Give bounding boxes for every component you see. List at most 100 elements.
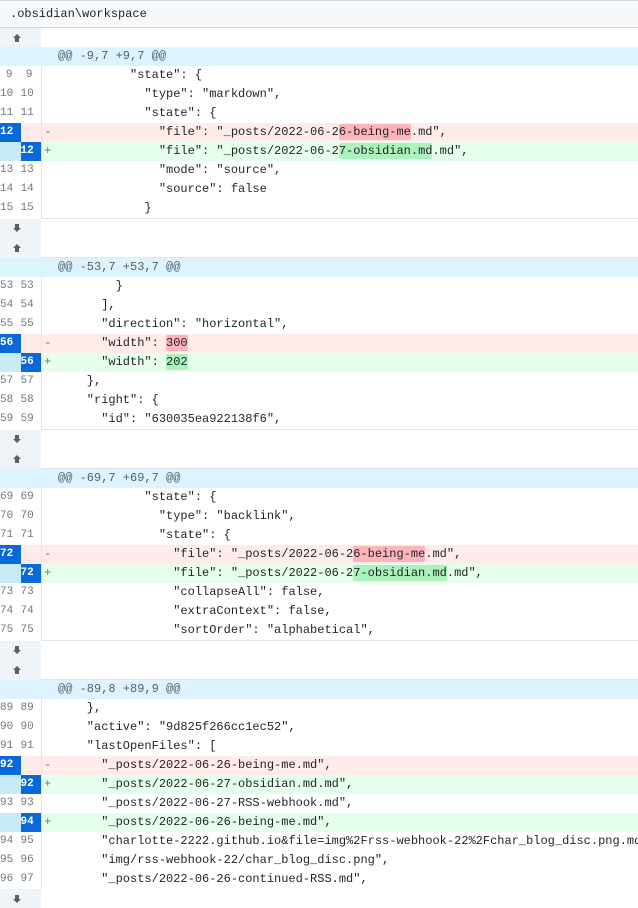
line-number-new[interactable] [21,545,42,564]
diff-sign [41,47,54,66]
line-number-old[interactable]: 69 [0,488,21,507]
diff-code [54,219,638,258]
expand-up-button[interactable] [0,28,41,47]
line-number-new[interactable] [21,123,42,142]
line-number-new[interactable]: 11 [21,104,42,123]
line-number-old[interactable]: 91 [0,737,21,756]
line-number-old[interactable]: 53 [0,277,21,296]
unfold-up-icon [9,662,25,678]
line-number-new[interactable] [21,756,42,775]
diff-sign [41,315,54,334]
hunk-gutter [0,258,41,278]
line-number-old[interactable]: 70 [0,507,21,526]
expand-both-button[interactable] [0,219,41,258]
line-number-new[interactable]: 72 [21,564,42,583]
line-number-old[interactable]: 11 [0,104,21,123]
file-header: .obsidian\workspace [0,0,638,28]
line-number-new[interactable]: 95 [21,832,42,851]
line-number-new[interactable]: 56 [21,353,42,372]
line-number-old[interactable] [0,353,21,372]
code-line: "file": "_posts/2022-06-27-obsidian.md.m… [54,564,638,583]
line-number-old[interactable]: 75 [0,621,21,641]
diff-sign [41,391,54,410]
line-number-old[interactable]: 10 [0,85,21,104]
line-number-old[interactable]: 92 [0,756,21,775]
expand-both-button[interactable] [0,641,41,680]
diff-sign [41,870,54,889]
line-number-old[interactable]: 93 [0,794,21,813]
line-number-old[interactable]: 15 [0,199,21,219]
line-number-new[interactable]: 89 [21,699,42,718]
line-number-old[interactable]: 59 [0,410,21,430]
code-line: "_posts/2022-06-26-continued-RSS.md", [54,870,638,889]
line-number-new[interactable]: 14 [21,180,42,199]
code-line: "lastOpenFiles": [ [54,737,638,756]
line-number-old[interactable] [0,775,21,794]
line-number-new[interactable]: 57 [21,372,42,391]
line-number-new[interactable]: 9 [21,66,42,85]
line-number-old[interactable]: 73 [0,583,21,602]
line-number-old[interactable]: 54 [0,296,21,315]
line-number-new[interactable]: 92 [21,775,42,794]
diff-sign [41,410,54,430]
diff-sign [41,641,54,680]
hunk-gutter [0,680,41,700]
line-number-old[interactable]: 14 [0,180,21,199]
code-line: "file": "_posts/2022-06-26-being-me.md", [54,545,638,564]
diff-sign [41,889,54,908]
added-text: 202 [166,354,188,370]
line-number-old[interactable]: 71 [0,526,21,545]
line-number-old[interactable]: 13 [0,161,21,180]
line-number-new[interactable]: 70 [21,507,42,526]
line-number-old[interactable]: 90 [0,718,21,737]
line-number-new[interactable] [21,334,42,353]
expand-down-button[interactable] [0,889,41,908]
line-number-old[interactable] [0,564,21,583]
line-number-old[interactable]: 89 [0,699,21,718]
line-number-new[interactable]: 73 [21,583,42,602]
line-number-old[interactable]: 95 [0,851,21,870]
line-number-new[interactable]: 54 [21,296,42,315]
line-number-old[interactable]: 56 [0,334,21,353]
line-number-old[interactable] [0,813,21,832]
code-line: }, [54,372,638,391]
line-number-new[interactable]: 90 [21,718,42,737]
line-number-new[interactable]: 58 [21,391,42,410]
line-number-new[interactable]: 12 [21,142,42,161]
line-number-old[interactable]: 72 [0,545,21,564]
diff-sign [41,602,54,621]
diff-sign [41,372,54,391]
line-number-new[interactable]: 74 [21,602,42,621]
code-line: ], [54,296,638,315]
line-number-old[interactable]: 58 [0,391,21,410]
line-number-new[interactable]: 97 [21,870,42,889]
line-number-new[interactable]: 10 [21,85,42,104]
line-number-new[interactable]: 69 [21,488,42,507]
line-number-old[interactable]: 57 [0,372,21,391]
line-number-new[interactable]: 59 [21,410,42,430]
line-number-new[interactable]: 13 [21,161,42,180]
code-line: "source": false [54,180,638,199]
line-number-new[interactable]: 96 [21,851,42,870]
line-number-new[interactable]: 55 [21,315,42,334]
line-number-old[interactable]: 55 [0,315,21,334]
line-number-new[interactable]: 53 [21,277,42,296]
unfold-up-icon [9,451,25,467]
line-number-new[interactable]: 15 [21,199,42,219]
line-number-new[interactable]: 71 [21,526,42,545]
line-number-new[interactable]: 91 [21,737,42,756]
diff-sign [41,258,54,278]
line-number-old[interactable] [0,142,21,161]
line-number-old[interactable]: 94 [0,832,21,851]
line-number-new[interactable]: 93 [21,794,42,813]
line-number-new[interactable]: 75 [21,621,42,641]
diff-sign [41,507,54,526]
expand-both-button[interactable] [0,430,41,469]
diff-sign: - [41,123,54,142]
line-number-old[interactable]: 74 [0,602,21,621]
line-number-old[interactable]: 96 [0,870,21,889]
code-line: "width": 202 [54,353,638,372]
line-number-new[interactable]: 94 [21,813,42,832]
line-number-old[interactable]: 12 [0,123,21,142]
line-number-old[interactable]: 9 [0,66,21,85]
